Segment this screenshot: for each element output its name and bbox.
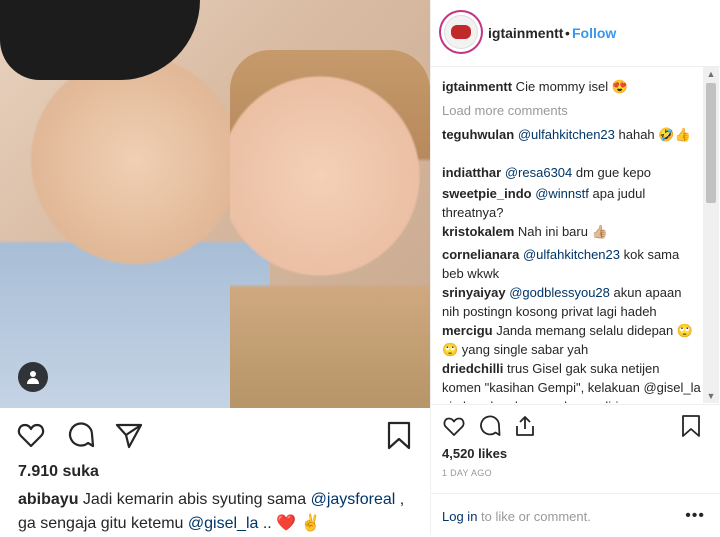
comment-mention[interactable]: @resa6304 — [505, 165, 572, 180]
header-dot: • — [565, 25, 570, 41]
likes-count[interactable]: 4,520 likes — [442, 446, 507, 461]
comment-username[interactable]: igtainmentt — [442, 79, 512, 94]
comment-item: srinyaiyay @godblessyou28 akun apaan nih… — [442, 283, 702, 321]
left-post-footer: 7.910 suka abibayu Jadi kemarin abis syu… — [0, 408, 430, 535]
comment-text: Nah ini baru 👍🏼 — [514, 224, 608, 239]
caption-username[interactable]: abibayu — [18, 491, 78, 508]
scroll-up-arrow-icon[interactable]: ▲ — [703, 67, 719, 81]
left-action-row — [16, 420, 414, 452]
share-icon[interactable] — [513, 414, 537, 438]
post-header: igtainmentt • Follow — [431, 0, 720, 67]
caption-mention[interactable]: @jaysforeal — [311, 491, 396, 508]
comments-scrollbar[interactable]: ▲ ▼ — [703, 67, 719, 403]
likes-count[interactable]: 7.910 suka — [18, 463, 99, 481]
comment-item: sweetpie_indo @winnstf apa judul threatn… — [442, 184, 702, 222]
comment-item: cornelianara @ulfahkitchen23 kok sama be… — [442, 245, 702, 283]
login-link[interactable]: Log in — [442, 509, 477, 524]
comment-username[interactable]: sweetpie_indo — [442, 186, 532, 201]
bookmark-icon[interactable] — [384, 420, 414, 450]
comment-item: indiatthar @resa6304 dm gue kepo — [442, 163, 702, 182]
comment-username[interactable]: srinyaiyay — [442, 285, 506, 300]
right-post-footer: 4,520 likes 1 DAY AGO Log in to like or … — [431, 404, 720, 536]
photo-person-right — [230, 50, 430, 408]
scroll-down-arrow-icon[interactable]: ▼ — [703, 389, 719, 403]
comment-username[interactable]: kristokalem — [442, 224, 514, 239]
bookmark-icon[interactable] — [679, 414, 703, 438]
post-caption: abibayu Jadi kemarin abis syuting sama @… — [18, 488, 418, 536]
login-prompt-text: to like or comment. — [477, 509, 591, 524]
scrollbar-thumb[interactable] — [706, 83, 716, 203]
post-timestamp[interactable]: 1 DAY AGO — [442, 468, 492, 478]
login-row: Log in to like or comment. ••• — [431, 493, 720, 537]
comment-item: kristokalem Nah ini baru 👍🏼 — [442, 222, 702, 241]
comments-list[interactable]: igtainmentt Cie mommy isel 😍 Load more c… — [431, 67, 703, 403]
caption-text: Jadi kemarin abis syuting sama — [78, 491, 311, 508]
caption-emoji: ❤️ ✌️ — [276, 515, 321, 532]
header-username[interactable]: igtainmentt — [488, 25, 563, 41]
comment-mention[interactable]: @ulfahkitchen23 — [518, 127, 615, 142]
comment-icon[interactable] — [478, 414, 502, 438]
comment-username[interactable]: indiatthar — [442, 165, 501, 180]
caption-mention[interactable]: @gisel_la — [188, 515, 259, 532]
comment-text: hahah 🤣👍 — [614, 127, 691, 142]
comment-mention[interactable]: @ulfahkitchen23 — [523, 247, 620, 262]
login-prompt: Log in to like or comment. — [442, 509, 591, 524]
caption-text: .. — [258, 515, 277, 532]
comment-icon[interactable] — [66, 420, 96, 450]
user-tag-icon[interactable] — [18, 362, 48, 392]
avatar[interactable] — [441, 12, 481, 52]
comment-mention[interactable]: @winnstf — [535, 186, 589, 201]
right-panel: igtainmentt • Follow igtainmentt Cie mom… — [430, 0, 720, 535]
post-photo[interactable] — [0, 0, 430, 408]
heart-icon[interactable] — [16, 420, 46, 450]
share-icon[interactable] — [114, 420, 144, 450]
follow-button[interactable]: Follow — [572, 25, 616, 41]
comment-mention[interactable]: @godblessyou28 — [509, 285, 610, 300]
comment-username[interactable]: cornelianara — [442, 247, 519, 262]
load-more-comments[interactable]: Load more comments — [442, 103, 568, 118]
comment-username[interactable]: driedchilli — [442, 361, 503, 376]
comment-text: dm gue kepo — [572, 165, 652, 180]
comment-item: driedchilli trus Gisel gak suka netijen … — [442, 359, 702, 403]
heart-icon[interactable] — [442, 414, 466, 438]
more-options-icon[interactable]: ••• — [685, 507, 705, 525]
comment-text: Cie mommy isel 😍 — [512, 79, 628, 94]
comment-username[interactable]: mercigu — [442, 323, 493, 338]
comment-item: teguhwulan @ulfahkitchen23 hahah 🤣👍 — [442, 125, 702, 144]
comment-username[interactable]: teguhwulan — [442, 127, 514, 142]
comment-item: mercigu Janda memang selalu didepan 🙄🙄 y… — [442, 321, 702, 359]
caption-comment: igtainmentt Cie mommy isel 😍 — [442, 77, 702, 96]
